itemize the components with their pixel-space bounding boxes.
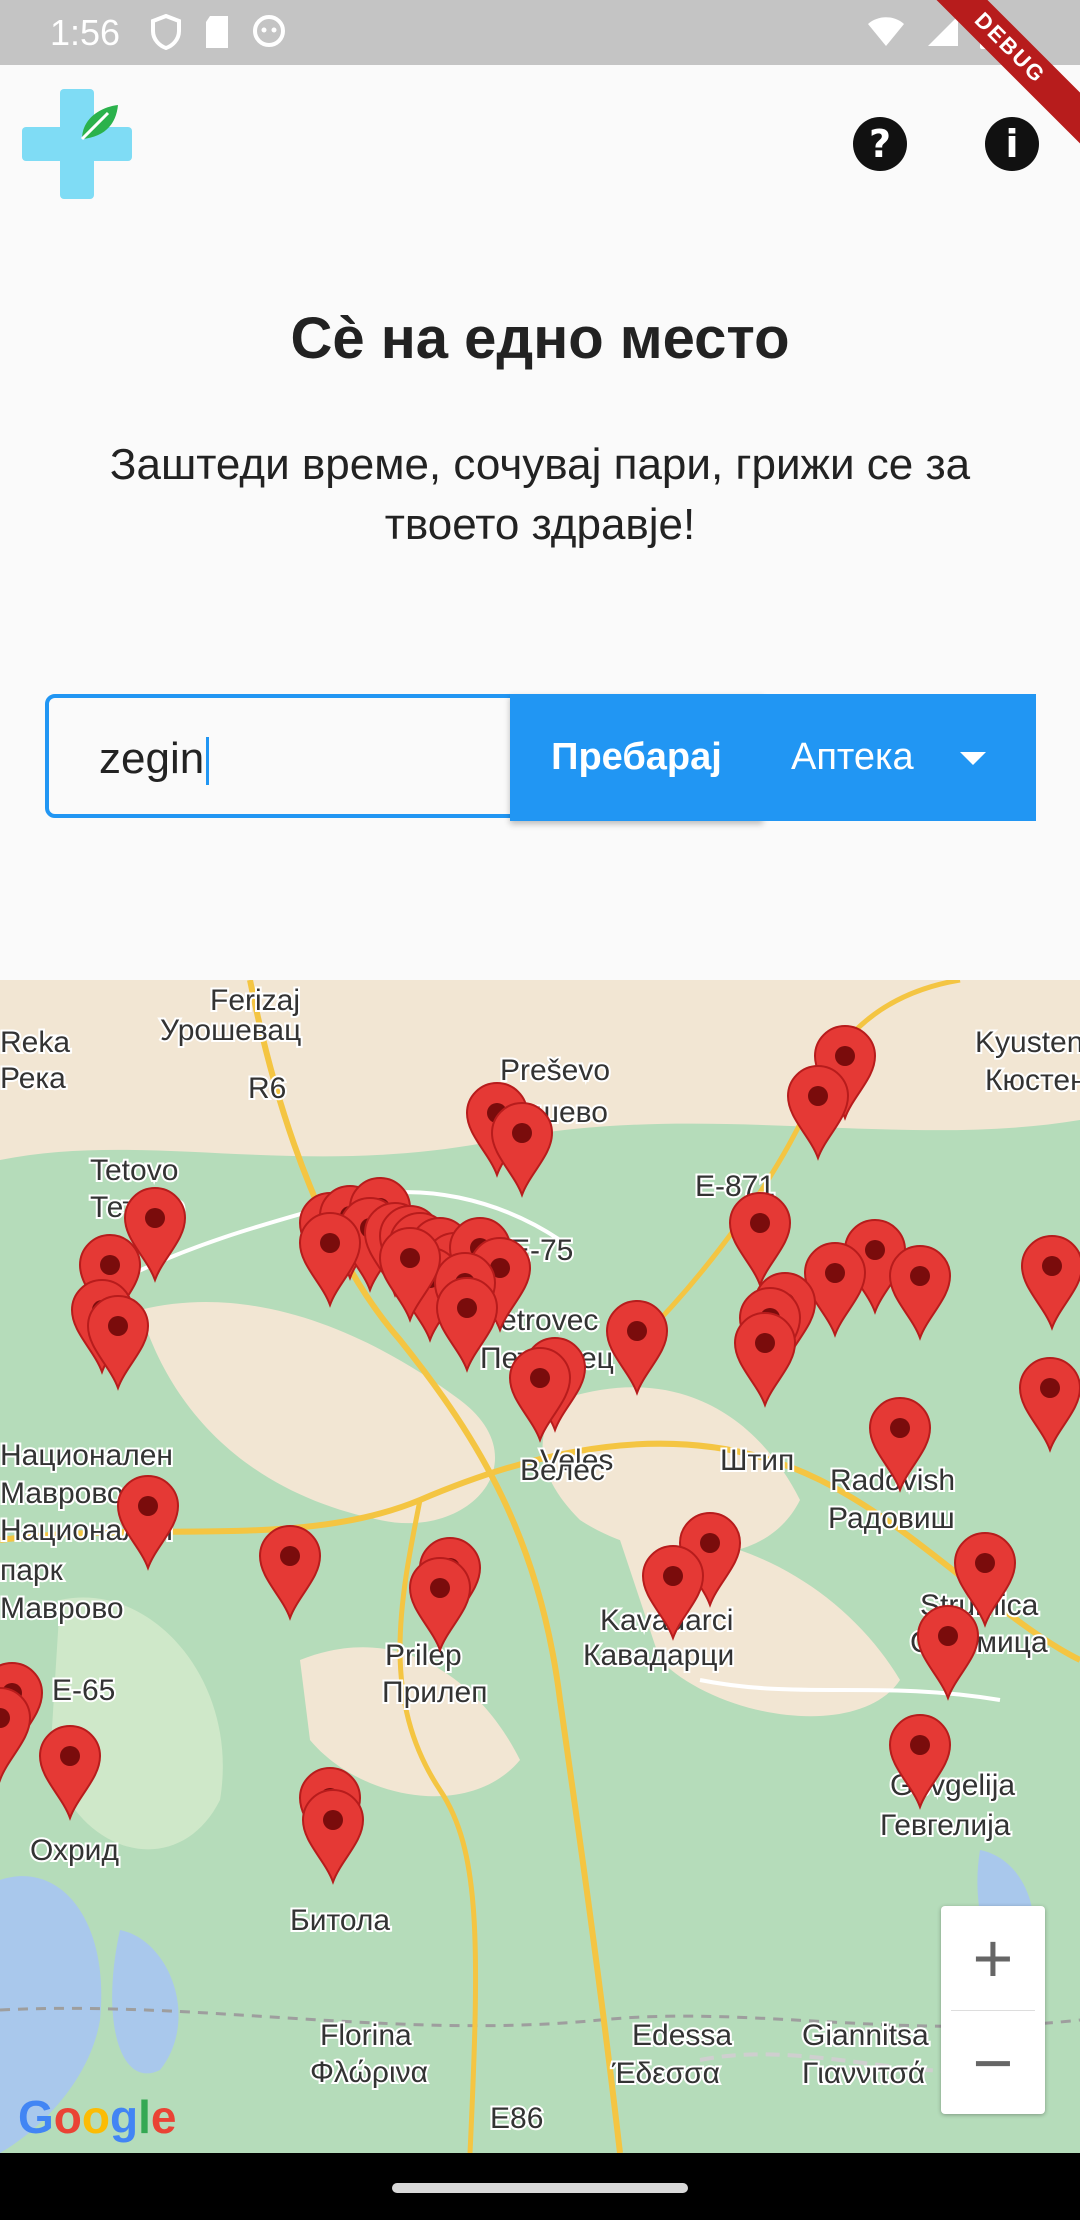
map-label: Прилеп [382, 1676, 487, 1709]
map-label: Reka [0, 1026, 70, 1059]
map-label: Prilep [385, 1639, 462, 1672]
status-bar: 1:56 [0, 0, 1080, 65]
signal-icon [928, 16, 958, 46]
map-label: Национален [0, 1439, 173, 1472]
search-input[interactable]: zegin [45, 694, 543, 818]
map-label: Γιαννιτσά [802, 2057, 925, 2090]
zoom-in-button[interactable]: + [941, 1906, 1045, 2010]
map-label: Штип [720, 1444, 794, 1477]
type-dropdown-value: Аптека [791, 736, 914, 778]
wifi-icon [868, 17, 904, 46]
status-icons-left [150, 14, 286, 50]
map-label: Φλώρινα [310, 2056, 428, 2089]
map-label: Kyustendil [975, 1026, 1080, 1059]
app-bar [0, 65, 1080, 225]
search-input-value: zegin [99, 734, 205, 783]
face-icon [253, 15, 285, 47]
map-label: Охрид [30, 1834, 119, 1867]
zoom-controls: + − [941, 1906, 1045, 2114]
zoom-out-button[interactable]: − [941, 2011, 1045, 2115]
map-label: Радовиш [828, 1502, 955, 1535]
map-canvas: FerizajУрошевацRekaРекаR6PreševoПрешевоK… [0, 980, 1080, 2153]
help-icon: ? [853, 117, 907, 171]
sd-card-icon [206, 16, 228, 48]
map-label: Маврово [0, 1592, 124, 1625]
map-label: Preševo [500, 1054, 610, 1087]
map-label: R6 [248, 1072, 286, 1105]
map-label: Маврово [0, 1477, 124, 1510]
map-label: Гевгелија [880, 1809, 1011, 1842]
map-label: Кюстенди [985, 1064, 1080, 1097]
plus-icon: + [972, 1919, 1014, 1997]
map-label: Edessa [632, 2019, 732, 2052]
pharmacy-cross-logo [22, 89, 132, 199]
map-label: Giannitsa [802, 2019, 929, 2052]
page-title: Сè на едно место [290, 306, 790, 371]
map-label: Ferizaj [210, 984, 300, 1017]
map-label: парк [0, 1554, 64, 1587]
info-icon: i [985, 117, 1039, 171]
google-logo: Google [18, 2091, 177, 2143]
shield-icon [151, 14, 181, 50]
home-gesture-pill[interactable] [392, 2183, 688, 2193]
map-label: Кавадарци [583, 1639, 734, 1672]
map-label: Tetovo [90, 1154, 178, 1187]
map-label: E-65 [52, 1674, 115, 1707]
search-button[interactable]: Пребарај [510, 694, 763, 821]
type-dropdown[interactable]: Аптека [763, 694, 1036, 821]
info-button[interactable]: i [985, 117, 1039, 171]
status-time: 1:56 [50, 12, 121, 53]
map-label: Река [0, 1062, 66, 1095]
map-label: Florina [320, 2019, 412, 2052]
map-label: E86 [490, 2102, 543, 2135]
map-label: Урошевац [160, 1014, 301, 1047]
map-label: Έδεσσα [611, 2057, 720, 2090]
map-label: Битола [290, 1904, 390, 1937]
page-subtitle: Заштеди време, сочувај пари, грижи се за… [109, 440, 971, 549]
text-caret [206, 737, 210, 786]
help-button[interactable]: ? [853, 117, 907, 171]
map-label: Велес [520, 1454, 605, 1487]
dropdown-arrow-icon [960, 752, 986, 765]
minus-icon: − [972, 2024, 1014, 2102]
map-view[interactable]: FerizajУрошевацRekaРекаR6PreševoПрешевоK… [0, 980, 1080, 2153]
